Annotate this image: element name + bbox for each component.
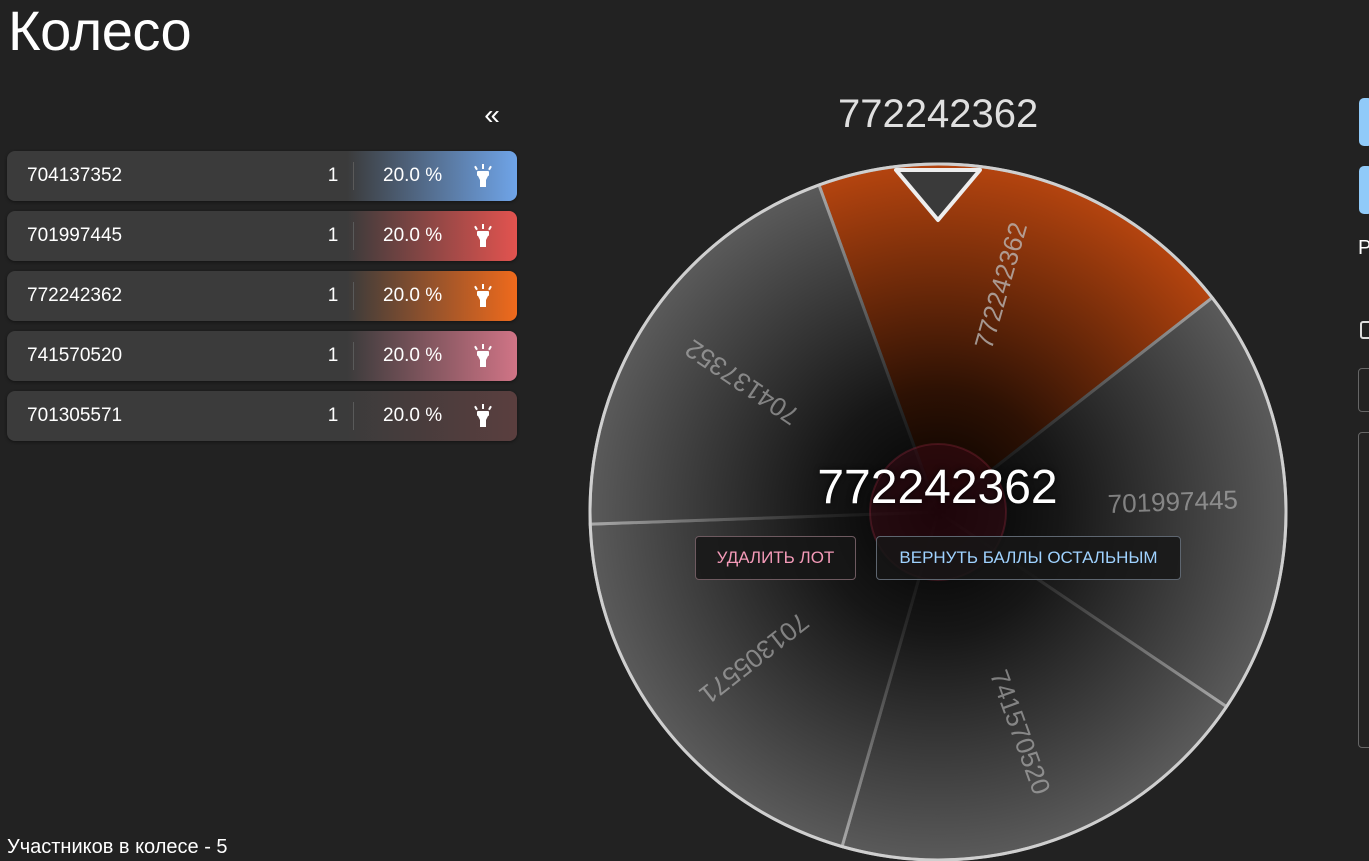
lot-amount: 1 bbox=[327, 285, 339, 306]
right-panel-checkbox[interactable] bbox=[1360, 321, 1369, 339]
lot-amount: 1 bbox=[327, 345, 339, 366]
participants-count: Участников в колесе - 5 bbox=[7, 836, 228, 858]
lot-row[interactable]: 772242362 1 20.0 % bbox=[7, 271, 517, 321]
flashlight-icon[interactable] bbox=[469, 282, 497, 310]
lot-row[interactable]: 701305571 1 20.0 % bbox=[7, 391, 517, 441]
lot-row[interactable]: 741570520 1 20.0 % bbox=[7, 331, 517, 381]
lot-divider bbox=[353, 282, 354, 310]
flashlight-icon[interactable] bbox=[469, 402, 497, 430]
lot-percent: 20.0 % bbox=[383, 225, 443, 246]
lot-amount: 1 bbox=[327, 405, 339, 426]
page-title: Колесо bbox=[8, 0, 192, 62]
lot-row[interactable]: 701997445 1 20.0 % bbox=[7, 211, 517, 261]
right-panel-label: Р bbox=[1358, 237, 1369, 259]
lot-divider bbox=[353, 222, 354, 250]
lot-percent: 20.0 % bbox=[383, 345, 443, 366]
lot-percent: 20.0 % bbox=[383, 165, 443, 186]
lot-name: 772242362 bbox=[27, 285, 123, 306]
lot-amount: 1 bbox=[327, 225, 339, 246]
lot-name: 701305571 bbox=[27, 405, 123, 426]
lot-divider bbox=[353, 162, 354, 190]
wheel-segment-label: 701997445 bbox=[1107, 484, 1238, 519]
lot-name: 704137352 bbox=[27, 165, 123, 186]
lot-percent: 20.0 % bbox=[383, 285, 443, 306]
flashlight-icon[interactable] bbox=[469, 342, 497, 370]
wheel-center-winner: 772242362 bbox=[817, 461, 1058, 514]
right-panel-button[interactable] bbox=[1359, 98, 1369, 146]
return-points-button[interactable]: ВЕРНУТЬ БАЛЛЫ ОСТАЛЬНЫМ bbox=[876, 536, 1181, 580]
delete-lot-button[interactable]: УДАЛИТЬ ЛОТ bbox=[695, 536, 856, 580]
lot-list: 704137352 1 20.0 % 701997445 1 20.0 % 77… bbox=[7, 151, 517, 451]
lot-amount: 1 bbox=[327, 165, 339, 186]
flashlight-icon[interactable] bbox=[469, 222, 497, 250]
collapse-sidebar-button[interactable]: « bbox=[478, 98, 506, 132]
lot-name: 701997445 bbox=[27, 225, 123, 246]
wheel-winner-title: 772242362 bbox=[838, 92, 1039, 136]
lot-row[interactable]: 704137352 1 20.0 % bbox=[7, 151, 517, 201]
lot-divider bbox=[353, 402, 354, 430]
right-panel-input[interactable] bbox=[1358, 368, 1369, 412]
lot-name: 741570520 bbox=[27, 345, 123, 366]
right-panel-button[interactable] bbox=[1359, 166, 1369, 214]
lot-divider bbox=[353, 342, 354, 370]
lot-percent: 20.0 % bbox=[383, 405, 443, 426]
flashlight-icon[interactable] bbox=[469, 162, 497, 190]
right-panel-textarea[interactable] bbox=[1358, 432, 1369, 748]
